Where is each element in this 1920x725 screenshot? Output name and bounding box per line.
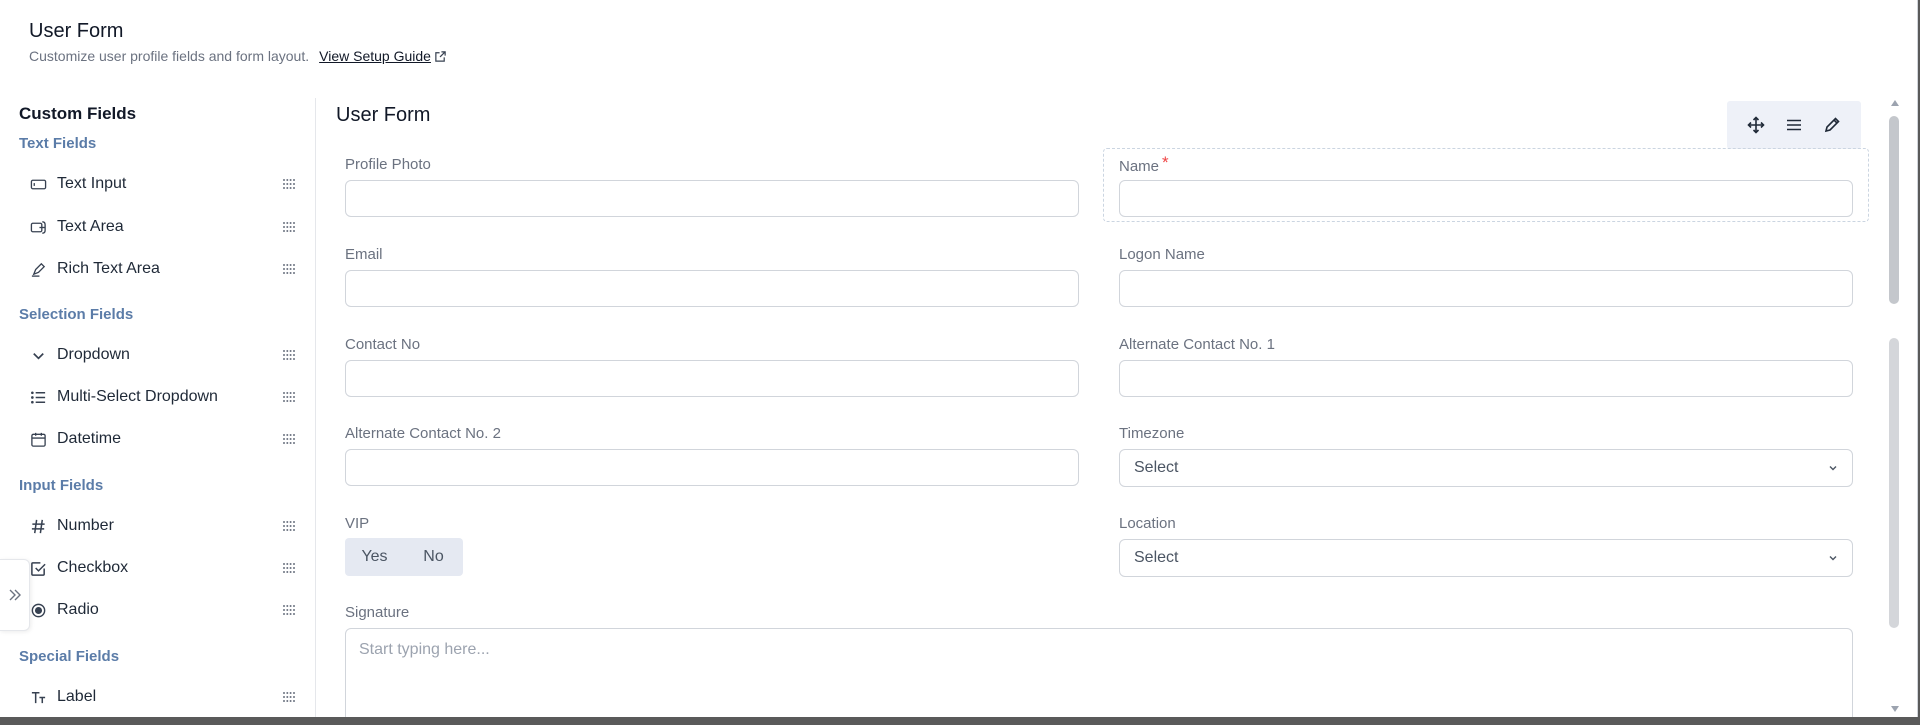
sidebar-item-rich-text-area[interactable]: Rich Text Area (0, 252, 315, 286)
drag-handle-icon[interactable] (282, 263, 296, 275)
vip-no-option[interactable]: No (404, 548, 463, 566)
list-icon (29, 388, 47, 406)
sidebar-item-text-input[interactable]: Text Input (0, 167, 315, 201)
sidebar-item-label: Datetime (57, 430, 122, 447)
drag-handle-icon[interactable] (282, 520, 296, 532)
required-mark: * (1162, 153, 1169, 172)
form-title: User Form (336, 104, 431, 126)
app-window: User Form Customize user profile fields … (0, 0, 1918, 717)
logon-name-label: Logon Name (1119, 246, 1205, 263)
chevron-down-icon (1829, 466, 1837, 471)
sidebar-item-label: Multi-Select Dropdown (57, 388, 218, 405)
vip-yes-option[interactable]: Yes (345, 548, 404, 566)
drag-handle-icon[interactable] (282, 562, 296, 574)
contact-no-field[interactable] (345, 360, 1079, 397)
sidebar-collapse-button[interactable] (0, 559, 30, 631)
sidebar-item-label-field[interactable]: Label (0, 680, 315, 714)
scrollbar-track-segment (1889, 338, 1899, 628)
name-field[interactable] (1119, 180, 1853, 217)
drag-handle-icon[interactable] (282, 221, 296, 233)
chevron-down-icon (1829, 556, 1837, 561)
sidebar-item-label: Rich Text Area (57, 260, 160, 277)
checkbox-icon (29, 559, 47, 577)
alt-contact-2-label: Alternate Contact No. 2 (345, 425, 501, 442)
location-label: Location (1119, 515, 1176, 532)
chevron-down-icon (29, 346, 47, 364)
drag-handle-icon[interactable] (282, 391, 296, 403)
text-area-icon (29, 218, 47, 236)
drag-handle-icon[interactable] (282, 691, 296, 703)
sidebar-item-label: Number (57, 517, 114, 534)
sidebar-item-text-area[interactable]: Text Area (0, 210, 315, 244)
hash-icon (29, 517, 47, 535)
profile-photo-field[interactable] (345, 180, 1079, 217)
setup-guide-link[interactable]: View Setup Guide (319, 48, 431, 64)
profile-photo-label: Profile Photo (345, 156, 431, 173)
alt-contact-1-label: Alternate Contact No. 1 (1119, 336, 1275, 353)
move-icon[interactable] (1745, 114, 1767, 136)
calendar-icon (29, 430, 47, 448)
menu-icon[interactable] (1783, 114, 1805, 136)
sidebar-item-label: Dropdown (57, 346, 130, 363)
label-icon (29, 688, 47, 706)
timezone-selected-value: Select (1134, 459, 1179, 476)
drag-handle-icon[interactable] (282, 433, 296, 445)
vertical-scrollbar[interactable] (1887, 98, 1903, 717)
radio-icon (29, 601, 47, 619)
scroll-down-arrow[interactable] (1891, 706, 1899, 712)
drag-handle-icon[interactable] (282, 349, 296, 361)
sidebar-item-label: Label (57, 688, 97, 705)
sidebar-item-label: Radio (57, 601, 99, 618)
timezone-label: Timezone (1119, 425, 1185, 442)
email-field[interactable] (345, 270, 1079, 307)
location-select[interactable]: Select (1119, 539, 1853, 577)
signature-label: Signature (345, 604, 410, 621)
alt-contact-2-field[interactable] (345, 449, 1079, 486)
contact-no-label: Contact No (345, 336, 421, 353)
sidebar-item-number[interactable]: Number (0, 509, 315, 543)
vip-label: VIP (345, 515, 370, 532)
vip-toggle: Yes No (345, 538, 463, 576)
email-label: Email (345, 246, 383, 263)
text-input-icon (29, 175, 47, 193)
group-text-fields: Text Fields (19, 135, 97, 152)
external-link-icon[interactable] (434, 50, 447, 63)
sidebar-item-label: Text Area (57, 218, 124, 235)
sidebar-item-checkbox[interactable]: Checkbox (0, 551, 315, 585)
scrollbar-thumb[interactable] (1889, 116, 1899, 304)
sidebar-item-label: Checkbox (57, 559, 129, 576)
double-chevron-right-icon (9, 589, 21, 601)
location-selected-value: Select (1134, 549, 1179, 566)
sidebar-item-label: Text Input (57, 175, 127, 192)
sidebar-item-datetime[interactable]: Datetime (0, 422, 315, 456)
sidebar-item-dropdown[interactable]: Dropdown (0, 338, 315, 372)
page-header: User Form (29, 19, 123, 43)
sidebar-title: Custom Fields (19, 104, 137, 123)
name-label: Name * (1119, 153, 1169, 175)
logon-name-field[interactable] (1119, 270, 1853, 307)
page-subtitle-row: Customize user profile fields and form l… (29, 48, 447, 64)
custom-fields-sidebar: Custom Fields Text Fields Text Input Tex… (0, 98, 316, 717)
sidebar-item-multi-select-dropdown[interactable]: Multi-Select Dropdown (0, 380, 315, 414)
form-canvas: User Form Profile Photo Name * Email Logo… (317, 98, 1887, 717)
edit-icon[interactable] (1821, 114, 1843, 136)
signature-input[interactable]: Start typing here... (345, 628, 1853, 717)
rich-text-icon (29, 260, 47, 278)
alt-contact-1-field[interactable] (1119, 360, 1853, 397)
group-input-fields: Input Fields (19, 477, 104, 494)
drag-handle-icon[interactable] (282, 178, 296, 190)
page-title: User Form (29, 20, 124, 42)
field-toolbar (1727, 101, 1861, 149)
scroll-up-arrow[interactable] (1891, 100, 1899, 106)
sidebar-item-radio[interactable]: Radio (0, 593, 315, 627)
timezone-select[interactable]: Select (1119, 449, 1853, 487)
drag-handle-icon[interactable] (282, 604, 296, 616)
group-selection-fields: Selection Fields (19, 306, 134, 323)
group-special-fields: Special Fields (19, 648, 120, 665)
page-subtitle: Customize user profile fields and form l… (29, 48, 310, 64)
